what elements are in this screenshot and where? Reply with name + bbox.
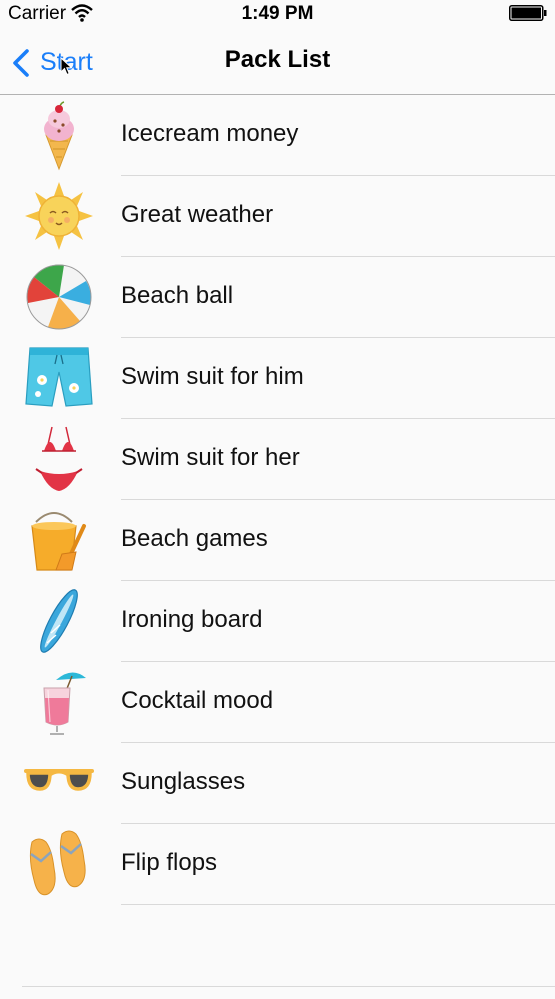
list-item-label: Great weather [121, 201, 274, 228]
surfboard-icon [40, 589, 78, 653]
icecream-icon [44, 101, 74, 171]
list-item-label: Icecream money [121, 120, 299, 147]
bucket-spade-icon [31, 512, 86, 571]
table-footer-divider [22, 986, 555, 987]
row-separator [121, 904, 555, 905]
list-item[interactable]: Icecream money [0, 95, 555, 176]
bikini-icon [35, 426, 83, 491]
list-item-label: Beach games [121, 525, 268, 552]
list-item-label: Swim suit for her [121, 444, 300, 471]
status-bar: Carrier 1:49 PM [0, 0, 555, 30]
list-item[interactable]: Great weather [0, 176, 555, 257]
list-item[interactable]: Flip flops [0, 824, 555, 905]
list-item-label: Ironing board [121, 606, 263, 633]
beach-ball-icon [26, 264, 92, 330]
list-item-label: Sunglasses [121, 768, 246, 795]
list-item[interactable]: Swim suit for her [0, 419, 555, 500]
sunglasses-icon [24, 769, 94, 791]
list-item[interactable]: Ironing board [0, 581, 555, 662]
list-item-label: Swim suit for him [121, 363, 304, 390]
list-item-label: Beach ball [121, 282, 234, 309]
flip-flops-icon [29, 830, 86, 896]
list-item-label: Flip flops [121, 849, 218, 876]
cocktail-icon [43, 672, 86, 735]
swim-trunks-icon [25, 347, 93, 407]
list-item[interactable]: Swim suit for him [0, 338, 555, 419]
list-item[interactable]: Beach ball [0, 257, 555, 338]
list-item[interactable]: Sunglasses [0, 743, 555, 824]
pack-list: Icecream money Great weather Beach ball … [0, 95, 555, 905]
page-title: Pack List [224, 46, 331, 73]
sun-icon [25, 182, 93, 250]
list-item[interactable]: Cocktail mood [0, 662, 555, 743]
status-time: 1:49 PM [241, 3, 314, 24]
list-item-label: Cocktail mood [121, 687, 274, 714]
list-item[interactable]: Beach games [0, 500, 555, 581]
navigation-bar: Start Pack List [0, 30, 555, 95]
battery-icon [509, 5, 547, 21]
